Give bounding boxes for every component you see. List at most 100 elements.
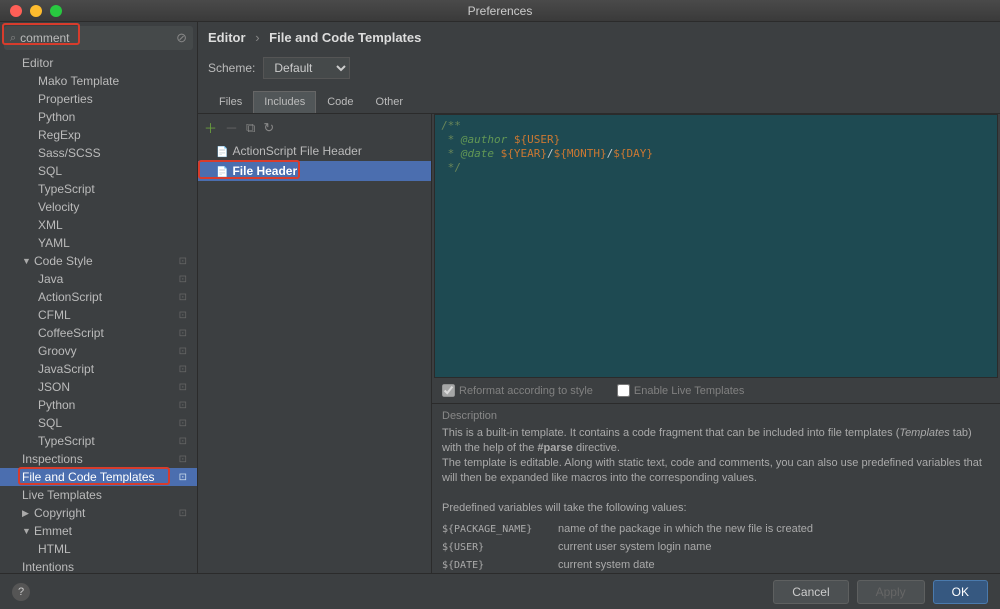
profile-badge: ⊡ xyxy=(179,364,191,375)
variable-row: ${USER}current user system login name xyxy=(442,540,990,555)
profile-badge: ⊡ xyxy=(179,382,191,393)
template-tabs: FilesIncludesCodeOther xyxy=(198,91,1000,114)
search-box[interactable]: ⌕ ⊘ xyxy=(4,26,193,50)
tab-files[interactable]: Files xyxy=(208,91,253,113)
sidebar-item-file-templates[interactable]: File and Code Templates ⊡ xyxy=(0,468,197,486)
sidebar-label: Copyright xyxy=(34,506,85,520)
code-editor[interactable]: /** * @author ${USER} * @date ${YEAR}/${… xyxy=(434,114,998,378)
template-options: Reformat according to style Enable Live … xyxy=(432,378,1000,403)
sidebar-item-inspections[interactable]: Inspections⊡ xyxy=(0,450,197,468)
breadcrumb-leaf: File and Code Templates xyxy=(269,30,421,45)
sidebar-item[interactable]: XML xyxy=(0,216,197,234)
sidebar-item[interactable]: Properties xyxy=(0,90,197,108)
apply-button[interactable]: Apply xyxy=(857,580,925,604)
window-title: Preferences xyxy=(468,4,533,18)
scheme-row: Scheme: Default xyxy=(198,53,1000,91)
description-panel: Description This is a built-in template.… xyxy=(432,403,1000,573)
minimize-icon[interactable] xyxy=(30,5,42,17)
remove-icon[interactable]: － xyxy=(225,118,238,137)
sidebar-item[interactable]: Java⊡ xyxy=(0,270,197,288)
live-templates-checkbox[interactable]: Enable Live Templates xyxy=(617,384,744,397)
sidebar-item-emmet[interactable]: ▼Emmet xyxy=(0,522,197,540)
profile-badge: ⊡ xyxy=(179,256,191,267)
sidebar-item[interactable]: JSON⊡ xyxy=(0,378,197,396)
sidebar-item[interactable]: CFML⊡ xyxy=(0,306,197,324)
sidebar-item-emmet-html[interactable]: HTML xyxy=(0,540,197,558)
breadcrumb-root[interactable]: Editor xyxy=(208,30,246,45)
sidebar-item-copyright[interactable]: ▶Copyright⊡ xyxy=(0,504,197,522)
sidebar-item[interactable]: SQL xyxy=(0,162,197,180)
template-item[interactable]: 📄ActionScript File Header xyxy=(198,141,431,161)
sidebar-item[interactable]: ActionScript⊡ xyxy=(0,288,197,306)
template-item[interactable]: 📄File Header xyxy=(198,161,431,181)
sidebar-item[interactable]: Groovy⊡ xyxy=(0,342,197,360)
titlebar: Preferences xyxy=(0,0,1000,22)
sidebar-item[interactable]: Python xyxy=(0,108,197,126)
sidebar-item[interactable]: YAML xyxy=(0,234,197,252)
sidebar-item[interactable]: SQL⊡ xyxy=(0,414,197,432)
scheme-label: Scheme: xyxy=(208,61,255,75)
code-panel: /** * @author ${USER} * @date ${YEAR}/${… xyxy=(432,114,1000,573)
dialog-footer: ? Cancel Apply OK xyxy=(0,573,1000,609)
copy-icon[interactable]: ⧉ xyxy=(246,120,255,136)
tab-includes[interactable]: Includes xyxy=(253,91,316,113)
maximize-icon[interactable] xyxy=(50,5,62,17)
variable-row: ${PACKAGE_NAME}name of the package in wh… xyxy=(442,522,990,537)
profile-badge: ⊡ xyxy=(179,436,191,447)
chevron-down-icon: ▼ xyxy=(22,256,34,266)
tab-other[interactable]: Other xyxy=(365,91,415,113)
settings-tree: Editor Mako TemplatePropertiesPythonRegE… xyxy=(0,54,197,573)
tab-code[interactable]: Code xyxy=(316,91,364,113)
search-input[interactable] xyxy=(20,31,176,45)
add-icon[interactable]: ＋ xyxy=(204,118,217,137)
sidebar-item[interactable]: CoffeeScript⊡ xyxy=(0,324,197,342)
content-panel: Editor › File and Code Templates Scheme:… xyxy=(198,22,1000,573)
sidebar-label: Editor xyxy=(22,56,53,70)
sidebar-item[interactable]: TypeScript⊡ xyxy=(0,432,197,450)
sidebar-item[interactable]: Velocity xyxy=(0,198,197,216)
sidebar-label: File and Code Templates xyxy=(22,470,155,484)
sidebar-label: Code Style xyxy=(34,254,93,268)
livetpl-label: Enable Live Templates xyxy=(634,385,744,397)
profile-badge: ⊡ xyxy=(179,472,191,483)
sidebar-item-live-templates[interactable]: Live Templates xyxy=(0,486,197,504)
template-items: 📄ActionScript File Header📄File Header xyxy=(198,141,431,573)
sidebar-item[interactable]: Mako Template xyxy=(0,72,197,90)
reformat-checkbox[interactable]: Reformat according to style xyxy=(442,384,593,397)
sidebar-label: Emmet xyxy=(34,524,72,538)
sidebar-label: HTML xyxy=(38,542,71,556)
cancel-button[interactable]: Cancel xyxy=(773,580,848,604)
settings-sidebar: ⌕ ⊘ Editor Mako TemplatePropertiesPython… xyxy=(0,22,198,573)
search-icon: ⌕ xyxy=(10,32,16,45)
sidebar-item[interactable]: TypeScript xyxy=(0,180,197,198)
profile-badge: ⊡ xyxy=(179,400,191,411)
refresh-icon[interactable]: ↻ xyxy=(263,120,274,136)
sidebar-item[interactable]: JavaScript⊡ xyxy=(0,360,197,378)
profile-badge: ⊡ xyxy=(179,454,191,465)
chevron-right-icon: › xyxy=(255,30,259,45)
profile-badge: ⊡ xyxy=(179,274,191,285)
sidebar-label: Intentions xyxy=(22,560,74,573)
ok-button[interactable]: OK xyxy=(933,580,988,604)
profile-badge: ⊡ xyxy=(179,418,191,429)
description-body: This is a built-in template. It contains… xyxy=(442,426,990,573)
description-title: Description xyxy=(442,410,990,422)
scheme-select[interactable]: Default xyxy=(263,57,350,79)
sidebar-item[interactable]: Sass/SCSS xyxy=(0,144,197,162)
sidebar-item[interactable]: Python⊡ xyxy=(0,396,197,414)
chevron-down-icon: ▼ xyxy=(22,526,34,536)
template-toolbar: ＋ － ⧉ ↻ xyxy=(198,114,431,141)
clear-search-icon[interactable]: ⊘ xyxy=(176,30,187,46)
close-icon[interactable] xyxy=(10,5,22,17)
variable-row: ${DATE}current system date xyxy=(442,558,990,573)
sidebar-group-editor[interactable]: Editor xyxy=(0,54,197,72)
sidebar-item[interactable]: RegExp xyxy=(0,126,197,144)
profile-badge: ⊡ xyxy=(179,310,191,321)
sidebar-group-codestyle[interactable]: ▼Code Style ⊡ xyxy=(0,252,197,270)
chevron-right-icon: ▶ xyxy=(22,508,34,519)
reformat-label: Reformat according to style xyxy=(459,385,593,397)
help-icon[interactable]: ? xyxy=(12,583,30,601)
profile-badge: ⊡ xyxy=(179,292,191,303)
sidebar-item-intentions[interactable]: Intentions xyxy=(0,558,197,573)
profile-badge: ⊡ xyxy=(179,346,191,357)
